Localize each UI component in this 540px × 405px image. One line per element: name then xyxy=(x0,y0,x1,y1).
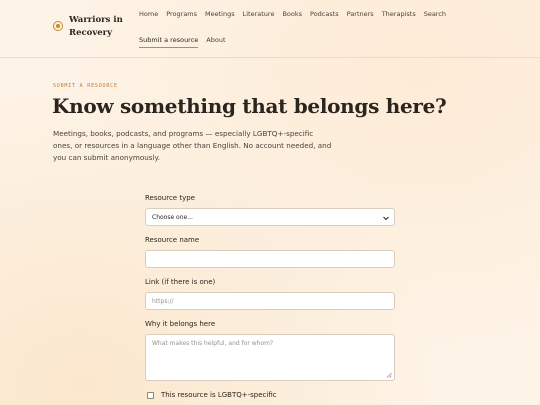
submit-resource-form: Resource type Choose one... Resource nam… xyxy=(145,194,395,399)
eyebrow-label: SUBMIT A RESOURCE xyxy=(53,83,118,89)
brand-name-line1: Warriors in xyxy=(69,15,123,25)
intro-text: Meetings, books, podcasts, and programs … xyxy=(53,129,332,162)
nav-submit-resource[interactable]: Submit a resource xyxy=(139,36,199,48)
nav-programs[interactable]: Programs xyxy=(166,10,197,21)
nav-partners[interactable]: Partners xyxy=(347,10,374,21)
lgbtq-checkbox-row: This resource is LGBTQ+-specific xyxy=(145,391,395,399)
nav-home[interactable]: Home xyxy=(139,10,158,21)
lgbtq-checkbox[interactable] xyxy=(147,391,154,399)
nav-books[interactable]: Books xyxy=(282,10,302,21)
nav-about[interactable]: About xyxy=(206,36,225,48)
resource-type-label: Resource type xyxy=(145,194,195,202)
why-textarea[interactable]: What makes this helpful, and for whom? xyxy=(145,334,395,381)
link-label: Link (if there is one) xyxy=(145,278,216,286)
link-placeholder: https:// xyxy=(152,297,174,305)
link-field: Link (if there is one) https:// xyxy=(145,278,395,310)
nav-therapists[interactable]: Therapists xyxy=(382,10,416,21)
resize-grip-icon[interactable] xyxy=(386,372,392,378)
resource-type-value: Choose one... xyxy=(152,213,193,221)
page-title: Know something that belongs here? xyxy=(52,94,447,118)
resource-name-field: Resource name xyxy=(145,236,395,268)
nav-search[interactable]: Search xyxy=(424,10,446,21)
main-nav: Home Programs Meetings Literature Books … xyxy=(139,10,454,21)
chevron-down-icon xyxy=(383,216,389,221)
brand-circle-icon xyxy=(53,21,63,31)
lgbtq-checkbox-label: This resource is LGBTQ+-specific xyxy=(161,391,277,399)
brand-name-line2: Recovery xyxy=(69,28,113,38)
nav-meetings[interactable]: Meetings xyxy=(205,10,235,21)
why-field: Why it belongs here What makes this help… xyxy=(145,320,395,381)
nav-podcasts[interactable]: Podcasts xyxy=(310,10,339,21)
resource-name-label: Resource name xyxy=(145,236,200,244)
brand-logo-link[interactable]: Warriors in Recovery xyxy=(53,14,129,40)
brand-name: Warriors in Recovery xyxy=(69,14,129,40)
secondary-nav: Submit a resource About xyxy=(139,36,234,48)
link-input[interactable]: https:// xyxy=(145,292,395,310)
why-label: Why it belongs here xyxy=(145,320,216,328)
nav-literature[interactable]: Literature xyxy=(243,10,275,21)
resource-type-select[interactable]: Choose one... xyxy=(145,208,395,226)
resource-name-input[interactable] xyxy=(145,250,395,268)
site-header: Warriors in Recovery Home Programs Meeti… xyxy=(0,0,540,58)
why-placeholder: What makes this helpful, and for whom? xyxy=(152,340,274,347)
resource-type-field: Resource type Choose one... xyxy=(145,194,395,226)
